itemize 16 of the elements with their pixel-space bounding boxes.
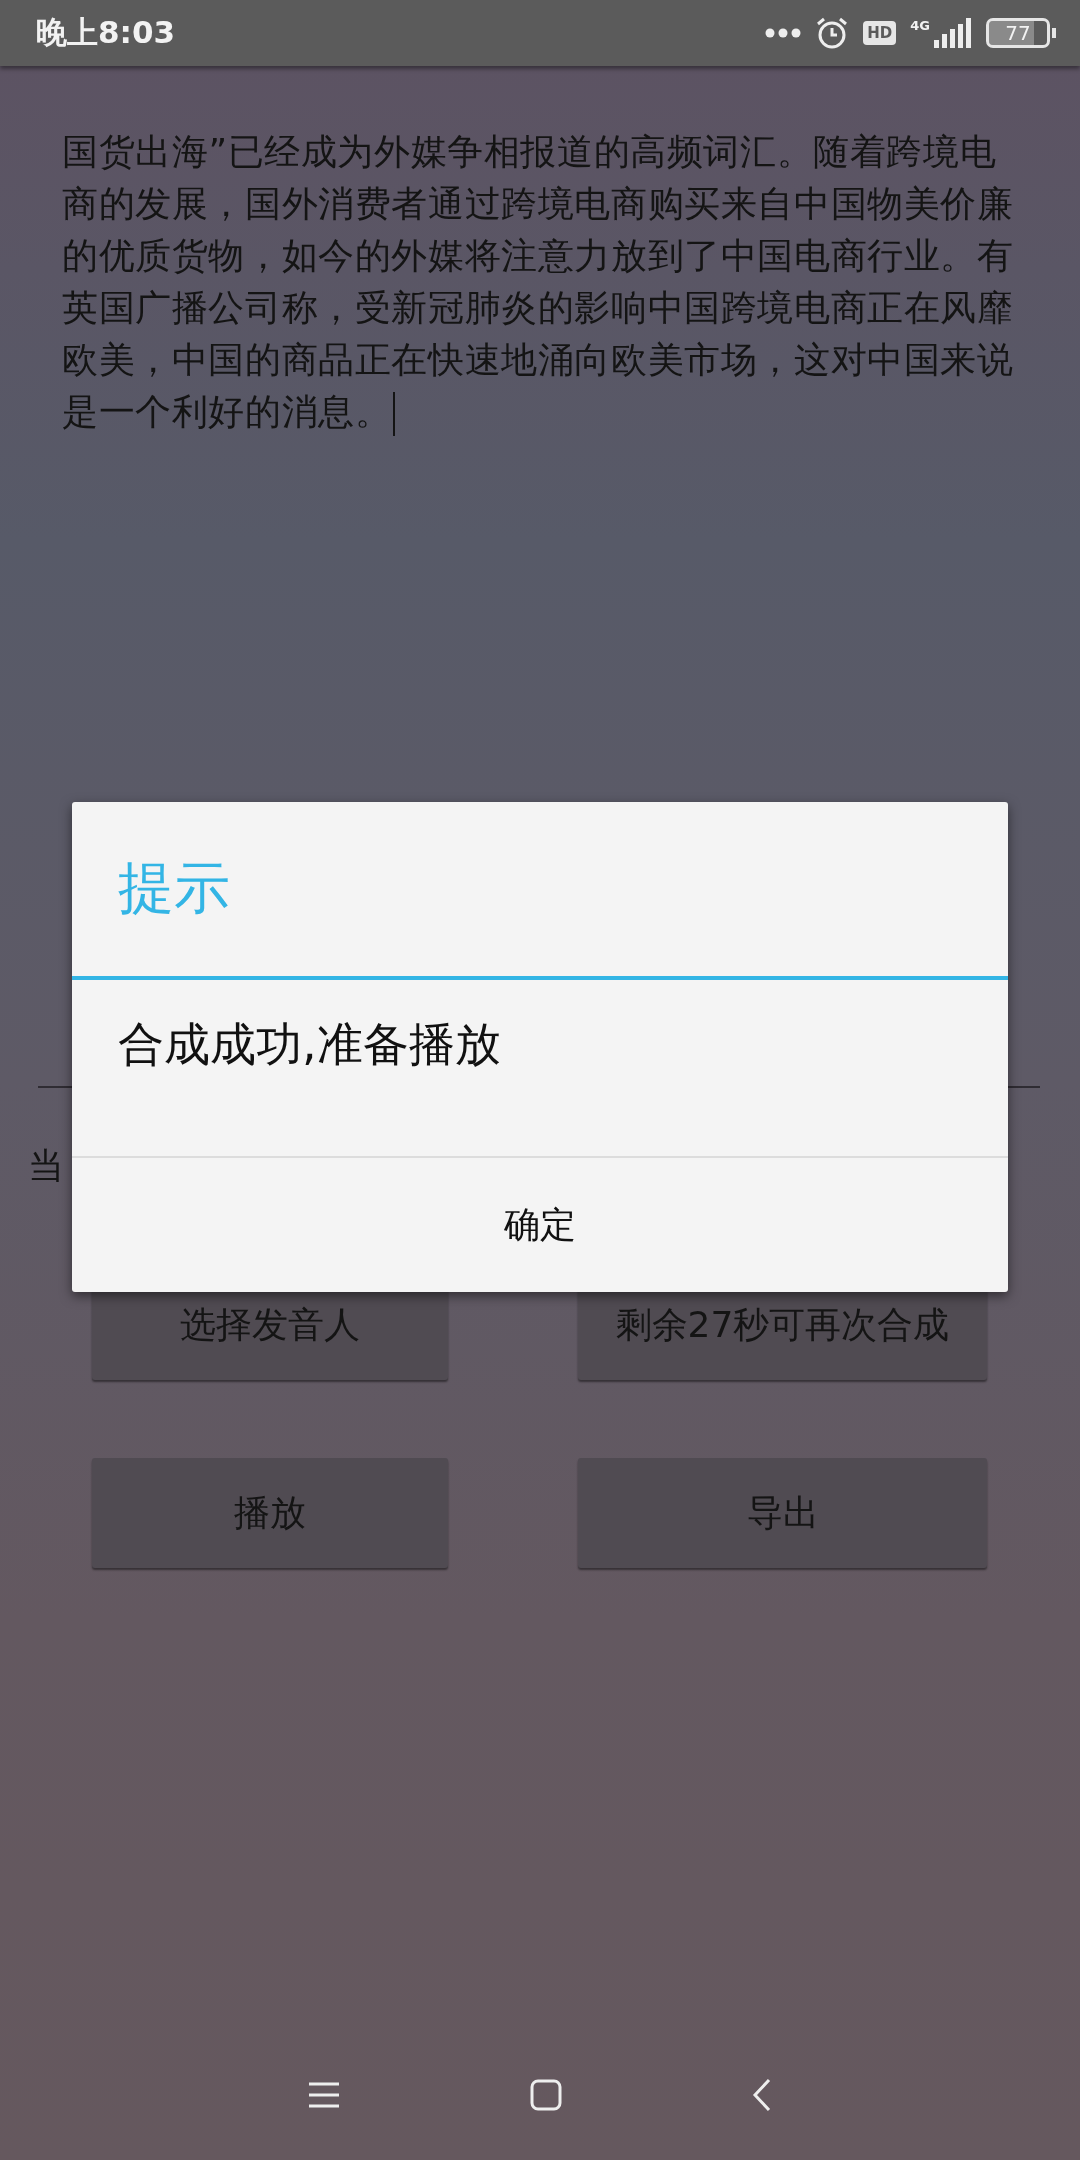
signal-icon [932,18,972,48]
action-button[interactable]: 播放 [92,1458,448,1568]
menu-icon[interactable] [308,2082,340,2108]
network-type: 4G [910,18,930,33]
more-dots-icon [765,28,802,38]
home-icon[interactable] [530,2079,562,2111]
status-time: 晚上8:03 [36,13,176,52]
text-cursor [393,392,396,436]
back-icon[interactable] [752,2078,772,2112]
hd-badge: HD [863,21,897,45]
dialog-message: 合成成功,准备播放 [118,1017,501,1071]
dialog-title: 提示 [118,854,230,922]
label-text: 当 [28,1144,65,1188]
battery-level: 77 [986,18,1050,48]
alarm-clock-icon [815,16,850,50]
action-button[interactable]: 导出 [578,1458,987,1568]
